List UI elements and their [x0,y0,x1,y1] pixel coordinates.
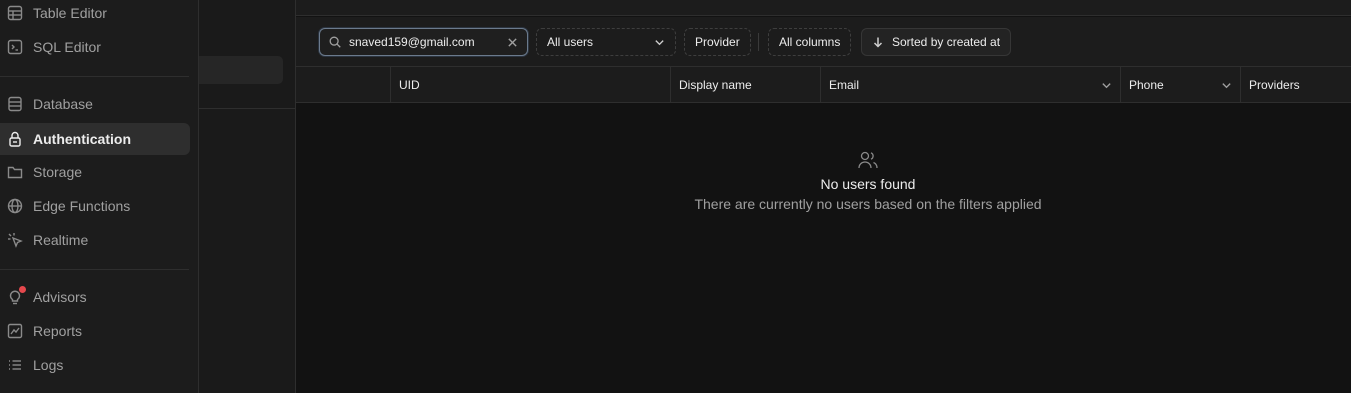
cursor-click-icon [6,231,24,249]
sidebar-item-reports[interactable]: Reports [0,315,190,347]
terminal-icon [6,38,24,56]
lightbulb-icon [6,286,26,306]
sidebar-item-authentication[interactable]: Authentication [0,123,190,155]
column-header-providers[interactable]: Providers [1240,67,1351,103]
column-header-uid[interactable]: UID [390,67,670,103]
sidebar-item-label: Realtime [33,232,89,248]
user-filter-label: All users [547,35,594,49]
column-label: Providers [1249,78,1300,92]
empty-state-subtitle: There are currently no users based on th… [694,196,1042,212]
folder-icon [6,163,24,181]
toolbar-divider [758,33,759,51]
chevron-down-icon [655,39,664,45]
column-header-email[interactable]: Email [820,67,1120,103]
column-header-display-name[interactable]: Display name [670,67,820,103]
page-header-strip [296,0,1351,16]
sidebar-item-storage[interactable]: Storage [0,156,190,188]
submenu-selected-item[interactable] [199,56,283,84]
chevron-down-icon[interactable] [1101,80,1112,91]
database-icon [6,95,24,113]
provider-filter-label: Provider [695,35,740,49]
users-main: All users Provider All columns Sorted by… [296,0,1351,393]
nav-divider [0,269,189,270]
sidebar-item-label: Table Editor [33,5,107,21]
sidebar-nav: Table Editor SQL Editor Database Authent… [0,0,199,393]
arrow-down-icon [873,37,883,48]
sidebar-item-label: SQL Editor [33,39,101,55]
sidebar-item-label: Reports [33,323,83,339]
lock-icon [6,130,24,148]
sidebar-item-label: Authentication [33,131,131,147]
users-toolbar: All users Provider All columns Sorted by… [296,17,1351,67]
sidebar-item-advisors[interactable]: Advisors [0,281,190,313]
column-label: Display name [679,78,752,92]
users-icon [638,148,1098,172]
sidebar-item-label: Storage [33,164,83,180]
sidebar-item-label: Edge Functions [33,198,131,214]
chart-icon [6,322,24,340]
sidebar-item-label: Advisors [33,289,87,305]
column-label: Phone [1129,78,1164,92]
sidebar-item-database[interactable]: Database [0,88,190,120]
sidebar-item-table-editor[interactable]: Table Editor [0,0,190,29]
auth-submenu-panel [199,0,296,393]
columns-button[interactable]: All columns [768,28,852,56]
submenu-divider [199,108,295,109]
users-table-header: UID Display name Email Phone Providers [296,67,1351,103]
select-column-header [296,67,390,103]
notification-badge [19,286,26,293]
sort-button[interactable]: Sorted by created at [861,28,1012,56]
nav-divider [0,76,189,77]
sidebar-item-edge-functions[interactable]: Edge Functions [0,190,190,222]
sidebar-item-sql-editor[interactable]: SQL Editor [0,31,190,63]
app-root: Table Editor SQL Editor Database Authent… [0,0,1351,393]
close-icon [507,37,517,47]
list-icon [6,356,24,374]
provider-filter-button[interactable]: Provider [684,28,751,56]
chevron-down-icon[interactable] [1221,80,1232,91]
search-input[interactable] [349,35,498,49]
sidebar-item-label: Logs [33,357,64,373]
empty-state-title: No users found [820,176,916,192]
clear-search-button[interactable] [505,35,519,49]
empty-state: No users found There are currently no us… [638,148,1098,212]
column-label: Email [829,78,860,92]
columns-label: All columns [779,35,841,49]
user-filter-dropdown[interactable]: All users [536,28,676,56]
sidebar-item-label: Database [33,96,93,112]
search-field[interactable] [319,28,528,56]
column-header-phone[interactable]: Phone [1120,67,1240,103]
globe-icon [6,197,24,215]
sidebar-item-logs[interactable]: Logs [0,349,190,381]
sidebar-item-realtime[interactable]: Realtime [0,224,190,256]
sort-label: Sorted by created at [892,35,1001,49]
search-icon [329,36,341,48]
column-label: UID [399,78,420,92]
table-icon [6,4,24,22]
